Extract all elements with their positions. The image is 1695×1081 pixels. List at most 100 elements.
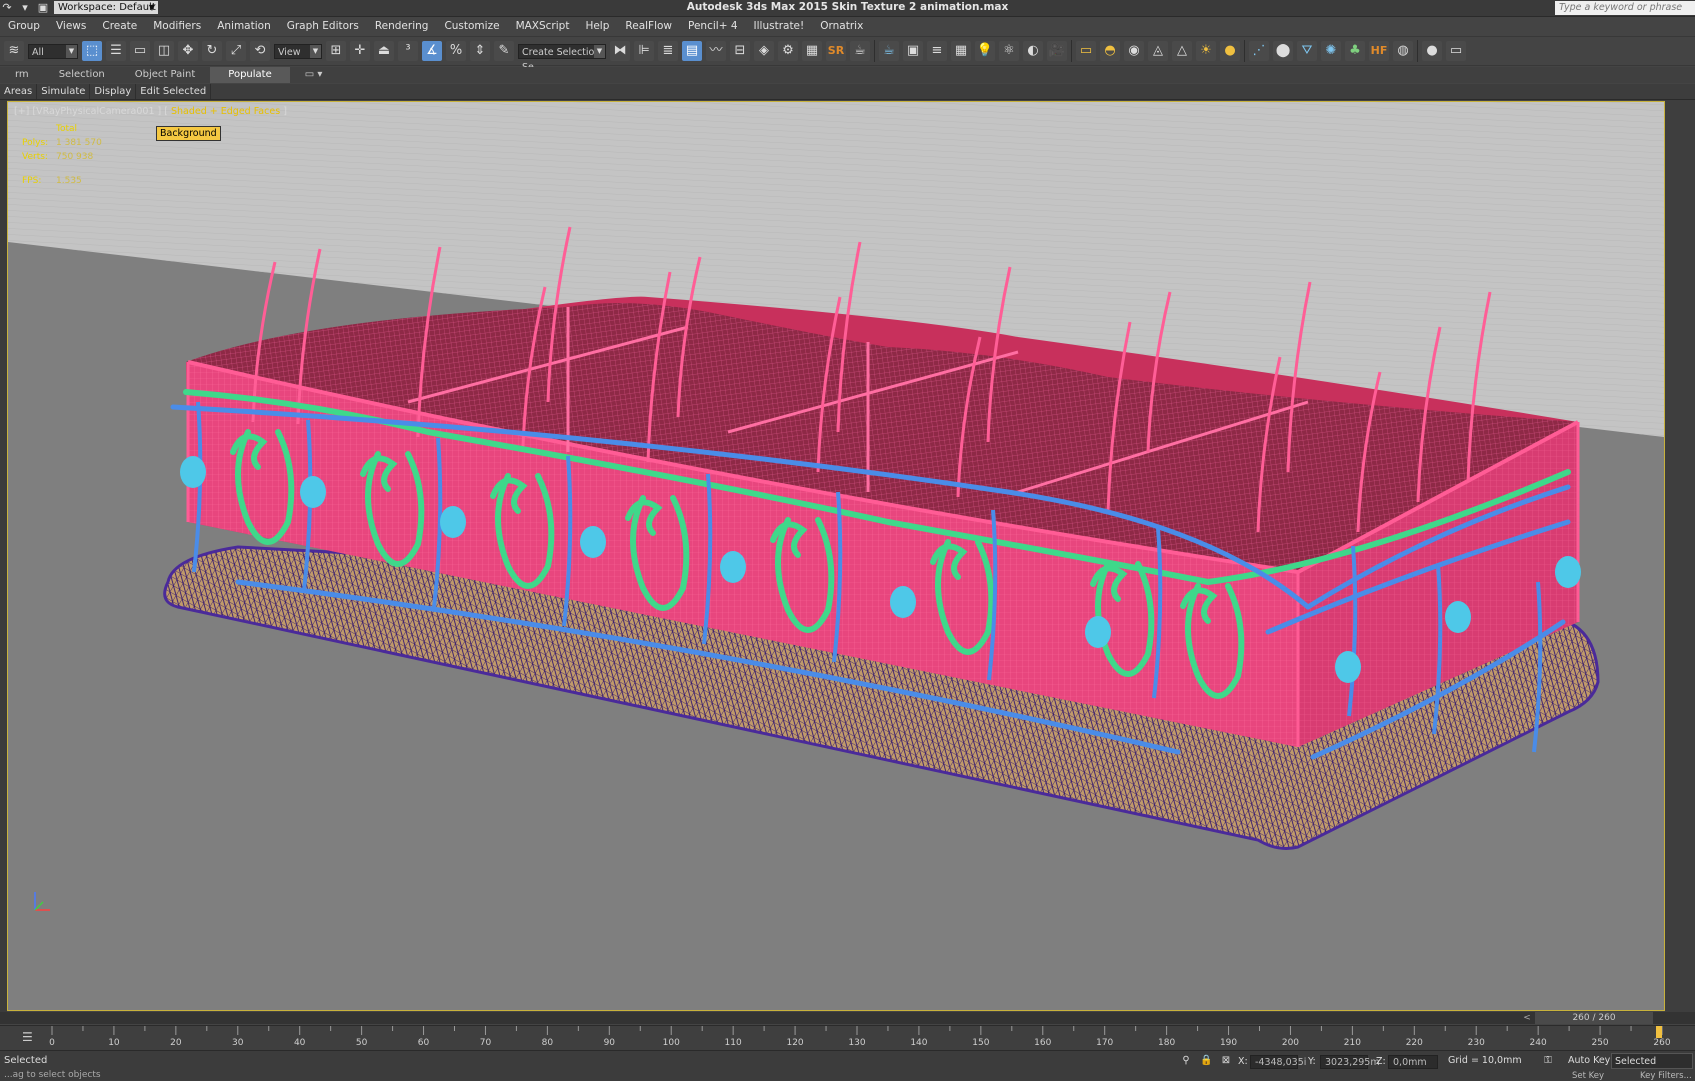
frame-counter[interactable]: 260 / 260: [1535, 1012, 1653, 1024]
vray-sun-icon[interactable]: ☀: [1196, 41, 1216, 61]
named-selection-dropdown[interactable]: Create Selection Se ▼: [518, 43, 606, 73]
track-bar-ruler[interactable]: 0 10 20 30 40 50 60 70 80 90 100 110 120 130 140 150 160…: [0, 1026, 1695, 1050]
scale-icon[interactable]: ⤢: [226, 41, 246, 61]
menu-item-modifiers[interactable]: Modifiers: [145, 17, 209, 35]
light-lister-icon[interactable]: 💡: [975, 41, 995, 61]
snaps-toggle-icon[interactable]: ³: [398, 41, 418, 61]
ribbon-panel-display[interactable]: Display: [90, 84, 137, 99]
y-coordinate-field[interactable]: 3023,295m: [1320, 1055, 1380, 1069]
menu-item-illustrate[interactable]: Illustrate!: [746, 17, 813, 35]
menu-item-help[interactable]: Help: [577, 17, 617, 35]
pin-icon[interactable]: ⚲: [1180, 1055, 1192, 1067]
place-icon[interactable]: ⟲: [250, 41, 270, 61]
background-tag[interactable]: Background: [156, 126, 221, 141]
trackbar-menu-icon[interactable]: ☰: [22, 1030, 33, 1044]
schematic-view-icon[interactable]: ⊟: [730, 41, 750, 61]
select-object-icon[interactable]: ⬚: [82, 41, 102, 61]
window-crossing-icon[interactable]: ◫: [154, 41, 174, 61]
z-coordinate-field[interactable]: 0,0mm: [1388, 1055, 1438, 1069]
curve-editor-icon[interactable]: 〰: [706, 41, 726, 61]
more-tools-icon[interactable]: ▭: [1446, 41, 1466, 61]
material-editor-icon[interactable]: ◈: [754, 41, 774, 61]
chevron-left-icon[interactable]: <: [1521, 1012, 1533, 1024]
reference-coordinate-dropdown[interactable]: View ▼: [274, 43, 322, 59]
menu-item-ornatrix[interactable]: Ornatrix: [812, 17, 871, 35]
ribbon-options-icon[interactable]: ▭ ▾: [290, 67, 338, 83]
menu-item-maxscript[interactable]: MAXScript: [508, 17, 578, 35]
vray-sphere-icon[interactable]: ●: [1422, 41, 1442, 61]
current-frame-marker[interactable]: [1656, 1026, 1662, 1038]
menu-item-animation[interactable]: Animation: [209, 17, 279, 35]
key-mode-dropdown[interactable]: Selected: [1611, 1053, 1693, 1069]
vray-physical-camera-icon[interactable]: ⛛: [1297, 41, 1317, 61]
frame-buffer-icon[interactable]: ▣: [903, 41, 923, 61]
ribbon-tab-rm[interactable]: rm: [0, 67, 44, 83]
table-icon[interactable]: ▦: [951, 41, 971, 61]
camera-icon[interactable]: 🎥: [1047, 41, 1067, 61]
auto-key-button[interactable]: Auto Key: [1568, 1055, 1610, 1066]
vray-plant-icon[interactable]: ♣: [1345, 41, 1365, 61]
vray-mesh-light-icon[interactable]: ◬: [1148, 41, 1168, 61]
vray-fur-icon[interactable]: ⋰: [1249, 41, 1269, 61]
menu-item-views[interactable]: Views: [48, 17, 94, 35]
move-icon[interactable]: ✥: [178, 41, 198, 61]
scene-explorer-icon[interactable]: ▤: [682, 41, 702, 61]
spinner-snap-icon[interactable]: ⇕: [470, 41, 490, 61]
angle-snap-icon[interactable]: ∡: [422, 41, 442, 61]
select-by-name-icon[interactable]: ☰: [106, 41, 126, 61]
mirror-icon[interactable]: ⧓: [610, 41, 630, 61]
viewport-scene[interactable]: [8, 102, 1664, 1010]
menu-item-create[interactable]: Create: [94, 17, 145, 35]
camera-viewport[interactable]: [+] [VRayPhysicalCamera001 ] [ Shaded + …: [7, 101, 1665, 1011]
ribbon-tab-selection[interactable]: Selection: [44, 67, 120, 83]
vray-proxy-icon[interactable]: ⬤: [1273, 41, 1293, 61]
time-slider[interactable]: < 260 / 260: [0, 1012, 1695, 1024]
viewport-label[interactable]: [+] [VRayPhysicalCamera001 ] [ Shaded + …: [14, 106, 287, 117]
sr-icon[interactable]: SR: [826, 41, 846, 61]
teapot-icon[interactable]: ☕: [879, 41, 899, 61]
selection-filter-dropdown[interactable]: All ▼: [28, 43, 78, 59]
vray-clipper-icon[interactable]: HF: [1369, 41, 1389, 61]
vray-sphere-fade-icon[interactable]: ✺: [1321, 41, 1341, 61]
link-icon[interactable]: ≋: [4, 41, 24, 61]
physics-icon[interactable]: ⚛: [999, 41, 1019, 61]
vray-dome-icon[interactable]: ◓: [1100, 41, 1120, 61]
keyboard-shortcut-icon[interactable]: ⏏: [374, 41, 394, 61]
render-frame-icon[interactable]: ▦: [802, 41, 822, 61]
ribbon-panel-simulate[interactable]: Simulate: [37, 84, 91, 99]
layer-manager-icon[interactable]: ≣: [658, 41, 678, 61]
search-input[interactable]: Type a keyword or phrase: [1555, 1, 1695, 15]
select-manipulate-icon[interactable]: ✛: [350, 41, 370, 61]
align-icon[interactable]: ⊫: [634, 41, 654, 61]
ribbon-panel-areas[interactable]: Areas: [0, 84, 38, 99]
pivot-center-icon[interactable]: ⊞: [326, 41, 346, 61]
viewport-label-shading[interactable]: Shaded + Edged Faces: [171, 106, 280, 117]
x-coordinate-field[interactable]: -4348,035i: [1250, 1055, 1306, 1069]
rotate-icon[interactable]: ↻: [202, 41, 222, 61]
menu-item-realflow[interactable]: RealFlow: [617, 17, 680, 35]
ribbon-tab-object-paint[interactable]: Object Paint: [120, 67, 211, 83]
menu-item-graph-editors[interactable]: Graph Editors: [279, 17, 367, 35]
half-sphere-icon[interactable]: ◐: [1023, 41, 1043, 61]
track-bar[interactable]: 0 10 20 30 40 50 60 70 80 90 100 110 120 130 140 150 160…: [0, 1025, 1695, 1050]
list-icon[interactable]: ≡: [927, 41, 947, 61]
viewport-label-camera[interactable]: [+] [VRayPhysicalCamera001 ] [: [14, 106, 168, 117]
key-icon[interactable]: ⚿: [1542, 1055, 1554, 1067]
menu-item-pencil-4[interactable]: Pencil+ 4: [680, 17, 746, 35]
vray-toon-icon[interactable]: ◍: [1393, 41, 1413, 61]
vray-ambient-icon[interactable]: ●: [1220, 41, 1240, 61]
vray-plane-icon[interactable]: ▭: [1076, 41, 1096, 61]
percent-snap-icon[interactable]: %: [446, 41, 466, 61]
render-icon[interactable]: ☕: [850, 41, 870, 61]
absolute-mode-icon[interactable]: ⊠: [1220, 1055, 1232, 1067]
vray-sphere-light-icon[interactable]: ◉: [1124, 41, 1144, 61]
menu-item-rendering[interactable]: Rendering: [367, 17, 437, 35]
rectangular-selection-icon[interactable]: ▭: [130, 41, 150, 61]
lock-icon[interactable]: 🔒: [1200, 1055, 1212, 1067]
menu-item-customize[interactable]: Customize: [436, 17, 507, 35]
ribbon-tab-populate[interactable]: Populate: [210, 67, 290, 83]
menu-item-group[interactable]: Group: [0, 17, 48, 35]
vray-ies-icon[interactable]: △: [1172, 41, 1192, 61]
edit-named-selection-icon[interactable]: ✎: [494, 41, 514, 61]
render-setup-icon[interactable]: ⚙: [778, 41, 798, 61]
